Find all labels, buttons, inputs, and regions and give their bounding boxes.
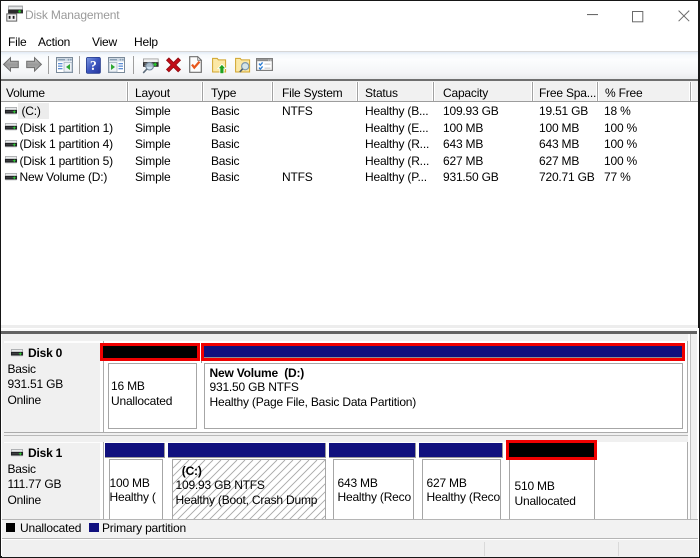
svg-text:?: ? xyxy=(90,58,97,73)
